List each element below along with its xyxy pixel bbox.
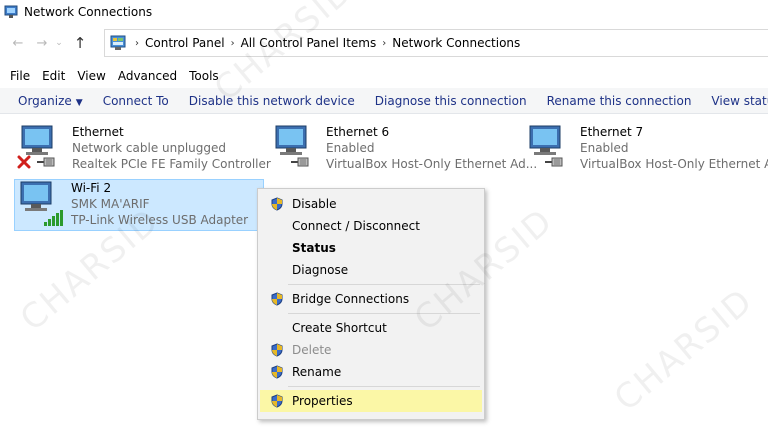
control-panel-icon bbox=[110, 35, 126, 50]
network-adapter-icon bbox=[16, 124, 66, 174]
menu-separator bbox=[288, 284, 480, 285]
uac-shield-icon bbox=[271, 343, 283, 357]
title-bar: Network Connections bbox=[0, 0, 768, 24]
menu-item-disable[interactable]: Disable bbox=[260, 193, 482, 215]
arrow-left-icon[interactable]: ← bbox=[8, 31, 28, 55]
window-title: Network Connections bbox=[24, 5, 153, 19]
network-connections-app-icon bbox=[4, 5, 18, 18]
caret-down-icon: ▼ bbox=[75, 97, 83, 108]
adapter-name: Wi-Fi 2 bbox=[71, 181, 112, 195]
menu-file[interactable]: File bbox=[4, 69, 36, 83]
network-adapter-icon bbox=[270, 124, 320, 174]
uac-shield-icon bbox=[271, 365, 283, 379]
menu-edit[interactable]: Edit bbox=[36, 69, 71, 83]
address-bar[interactable]: › Control Panel › All Control Panel Item… bbox=[104, 29, 768, 57]
menu-item-label: Diagnose bbox=[292, 263, 349, 277]
network-adapter-icon bbox=[15, 180, 65, 230]
network-adapter-icon bbox=[524, 124, 574, 174]
watermark-text: CHARSID bbox=[606, 280, 762, 420]
menu-item-create-shortcut[interactable]: Create Shortcut bbox=[260, 317, 482, 339]
menu-separator bbox=[288, 313, 480, 314]
adapter-ethernet-7[interactable]: Ethernet 7 Enabled VirtualBox Host-Only … bbox=[524, 124, 768, 176]
menu-item-status[interactable]: Status bbox=[260, 237, 482, 259]
wifi-signal-icon bbox=[44, 210, 63, 226]
adapter-status: Enabled bbox=[326, 141, 375, 155]
menu-bar: File Edit View Advanced Tools bbox=[0, 66, 768, 86]
adapter-wifi-2[interactable]: Wi-Fi 2 SMK MA'ARIF TP-Link Wireless USB… bbox=[14, 179, 264, 231]
navigation-row: ← → ⌄ ↑ › Control Panel › All Control Pa… bbox=[0, 29, 768, 57]
view-status-button[interactable]: View status of bbox=[701, 94, 768, 108]
chevron-down-icon[interactable]: ⌄ bbox=[52, 31, 66, 55]
menu-view[interactable]: View bbox=[71, 69, 111, 83]
adapter-device: Realtek PCIe FE Family Controller bbox=[72, 157, 271, 171]
command-bar: Organize ▼ Connect To Disable this networ… bbox=[0, 88, 768, 114]
disable-device-button[interactable]: Disable this network device bbox=[179, 94, 365, 108]
menu-item-properties[interactable]: Properties bbox=[260, 390, 482, 412]
menu-item-bridge-connections[interactable]: Bridge Connections bbox=[260, 288, 482, 310]
menu-item-label: Delete bbox=[292, 343, 332, 357]
menu-item-label: Rename bbox=[292, 365, 342, 379]
context-menu: Disable Connect / Disconnect Status Diag… bbox=[257, 188, 485, 420]
adapter-ethernet[interactable]: Ethernet Network cable unplugged Realtek… bbox=[16, 124, 271, 176]
menu-item-label: Connect / Disconnect bbox=[292, 219, 420, 233]
arrow-right-icon[interactable]: → bbox=[32, 31, 52, 55]
menu-item-label: Create Shortcut bbox=[292, 321, 387, 335]
connect-to-button[interactable]: Connect To bbox=[93, 94, 179, 108]
menu-advanced[interactable]: Advanced bbox=[112, 69, 183, 83]
uac-shield-icon bbox=[271, 197, 283, 211]
red-x-icon bbox=[17, 155, 31, 169]
adapter-device: VirtualBox Host-Only Ethernet Ad... bbox=[580, 157, 768, 171]
menu-item-delete: Delete bbox=[260, 339, 482, 361]
menu-item-diagnose[interactable]: Diagnose bbox=[260, 259, 482, 281]
uac-shield-icon bbox=[271, 394, 283, 408]
menu-item-label: Disable bbox=[292, 197, 337, 211]
ethernet-plug-icon bbox=[545, 157, 563, 167]
menu-item-connect-disconnect[interactable]: Connect / Disconnect bbox=[260, 215, 482, 237]
adapter-status: SMK MA'ARIF bbox=[71, 197, 150, 211]
adapter-name: Ethernet 6 bbox=[326, 125, 390, 139]
adapter-status: Network cable unplugged bbox=[72, 141, 227, 155]
adapter-device: TP-Link Wireless USB Adapter bbox=[71, 213, 249, 227]
rename-button[interactable]: Rename this connection bbox=[537, 94, 702, 108]
ethernet-plug-icon bbox=[37, 157, 55, 167]
adapter-status: Enabled bbox=[580, 141, 629, 155]
ethernet-plug-icon bbox=[291, 157, 309, 167]
menu-tools[interactable]: Tools bbox=[183, 69, 225, 83]
diagnose-button[interactable]: Diagnose this connection bbox=[365, 94, 537, 108]
adapter-ethernet-6[interactable]: Ethernet 6 Enabled VirtualBox Host-Only … bbox=[270, 124, 537, 176]
adapter-name: Ethernet 7 bbox=[580, 125, 644, 139]
adapter-name: Ethernet bbox=[72, 125, 124, 139]
breadcrumb-control-panel[interactable]: Control Panel bbox=[139, 36, 231, 50]
uac-shield-icon bbox=[271, 292, 283, 306]
organize-button[interactable]: Organize ▼ bbox=[8, 94, 93, 108]
breadcrumb-network-connections[interactable]: Network Connections bbox=[386, 36, 526, 50]
menu-separator bbox=[288, 386, 480, 387]
menu-item-label: Bridge Connections bbox=[292, 292, 410, 306]
breadcrumb-all-control-panel-items[interactable]: All Control Panel Items bbox=[235, 36, 383, 50]
arrow-up-icon[interactable]: ↑ bbox=[70, 31, 90, 55]
menu-item-rename[interactable]: Rename bbox=[260, 361, 482, 383]
organize-label: Organize bbox=[18, 93, 72, 108]
menu-item-label: Properties bbox=[292, 394, 353, 408]
menu-item-label: Status bbox=[292, 241, 336, 255]
adapter-device: VirtualBox Host-Only Ethernet Ad... bbox=[326, 157, 538, 171]
